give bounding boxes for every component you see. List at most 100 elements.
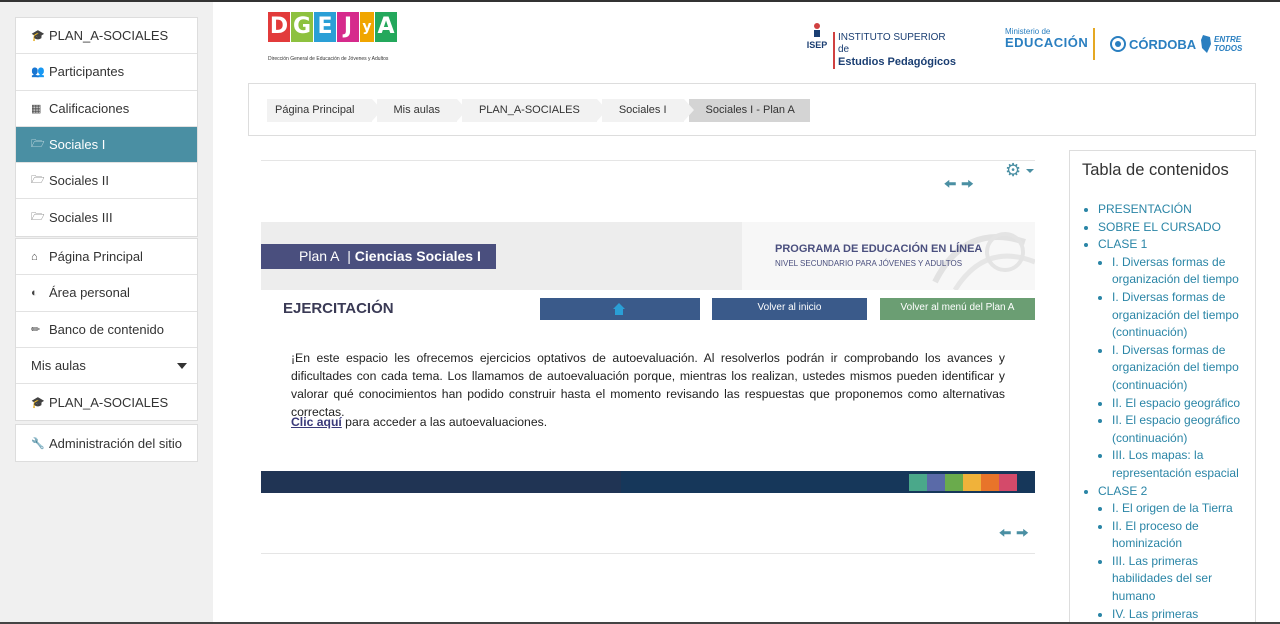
plan-title-bar: Plan A | Ciencias Sociales I [261,244,496,269]
logo-letter: D [268,12,290,42]
nav-plan-a-sociales[interactable]: 🎓 PLAN_A-SOCIALES [16,18,197,55]
footer-color-swatch [927,474,945,491]
toc-subitem: I. Diversas formas de organización del t… [1112,289,1250,342]
nav-label: Sociales II [49,173,109,189]
toc-item: CLASE 2 I. El origen de la Tierra II. El… [1098,483,1250,624]
gear-icon[interactable]: ⚙ [1005,160,1021,181]
toc-item: SOBRE EL CURSADO [1098,219,1250,237]
toc-link-clase2[interactable]: CLASE 2 [1098,484,1147,498]
intro-paragraph: ¡En este espacio les ofrecemos ejercicio… [291,351,1005,419]
toc-item: CLASE 1 I. Diversas formas de organizaci… [1098,236,1250,482]
folder-icon: 🗁 [31,138,45,151]
admin-nav: 🔧 Administración del sitio [15,424,198,463]
arrow-left-icon[interactable]: 🠨 [999,523,1011,548]
toc-link[interactable]: I. Diversas formas de organización del t… [1112,343,1239,392]
breadcrumb: Página Principal Mis aulas PLAN_A-SOCIAL… [267,99,815,122]
toc-link[interactable]: II. El proceso de hominización [1112,519,1199,551]
breadcrumb-plan-a-sociales[interactable]: PLAN_A-SOCIALES [461,99,607,122]
nav-pagina-principal[interactable]: ⌂ Página Principal [16,239,197,276]
toc-link[interactable]: I. Diversas formas de organización del t… [1112,290,1239,339]
toc-link[interactable]: II. El espacio geográfico [1112,396,1240,410]
toc-link[interactable]: I. Diversas formas de organización del t… [1112,255,1239,287]
entre-line2: TODOS [1214,44,1243,53]
nav-label: Sociales III [49,210,113,226]
toc-list: PRESENTACIÓN SOBRE EL CURSADO CLASE 1 I.… [1098,201,1250,623]
toc-subitem: I. Diversas formas de organización del t… [1112,254,1250,289]
toc-link-sobre[interactable]: SOBRE EL CURSADO [1098,220,1221,234]
toc-subitem: II. El espacio geográfico (continuación) [1112,412,1250,447]
cordoba-logo[interactable]: CÓRDOBA [1110,36,1196,52]
nav-label: Área personal [49,285,130,301]
graduation-cap-icon: 🎓 [31,396,45,409]
isep-text: INSTITUTO SUPERIOR de Estudios Pedagógic… [833,32,956,69]
isep-logo[interactable]: ISEP INSTITUTO SUPERIOR de Estudios Peda… [806,22,956,69]
cordoba-seal-icon [1110,36,1126,52]
footer-color-swatch [981,474,999,491]
volver-menu-button[interactable]: Volver al menú del Plan A [880,298,1035,320]
nav-label: Página Principal [49,249,143,265]
autoevaluacion-line: Clic aquí para acceder a las autoevaluac… [291,415,547,429]
logo-divider [1093,28,1095,60]
home-button[interactable] [540,298,700,320]
toc-sublist-clase2: I. El origen de la Tierra II. El proceso… [1112,500,1250,623]
nav-plan-a-sociales-2[interactable]: 🎓 PLAN_A-SOCIALES [16,384,197,420]
logo-letter: E [314,12,336,42]
breadcrumb-pagina-principal[interactable]: Página Principal [267,99,381,122]
logo-letter: G [291,12,313,42]
nav-label: PLAN_A-SOCIALES [49,28,169,44]
logo-letter: J [337,12,359,42]
toc-link[interactable]: II. El espacio geográfico (continuación) [1112,413,1240,445]
nav-banco-contenido[interactable]: ✏ Banco de contenido [16,312,197,348]
logo-letter: A [375,12,397,42]
wrench-icon: 🔧 [31,437,45,450]
nav-label: Sociales I [49,137,106,153]
nav-calificaciones[interactable]: ▦ Calificaciones [16,91,197,127]
page-nav-top: 🠨 🠪 [944,174,973,199]
arrow-right-icon[interactable]: 🠪 [1016,523,1028,548]
arrow-right-icon[interactable]: 🠪 [961,174,973,199]
entre-line1: ENTRE [1214,35,1242,44]
page-nav-bottom: 🠨 🠪 [999,523,1028,548]
nav-label: Calificaciones [49,100,130,116]
toc-link[interactable]: IV. Las primeras [1112,607,1198,621]
volver-inicio-button[interactable]: Volver al inicio [712,298,867,320]
arrow-left-icon[interactable]: 🠨 [944,174,956,199]
toc-link[interactable]: III. Los mapas: la representación espaci… [1112,448,1239,480]
toc-link-clase1[interactable]: CLASE 1 [1098,237,1147,251]
toc-link-presentacion[interactable]: PRESENTACIÓN [1098,202,1192,216]
program-line2: NIVEL SECUNDARIO PARA JÓVENES Y ADULTOS [775,259,963,268]
table-of-contents: Tabla de contenidos PRESENTACIÓN SOBRE E… [1069,150,1256,624]
toc-subitem: I. El origen de la Tierra [1112,500,1250,518]
users-icon: 👥 [31,66,45,79]
toc-subitem: II. El espacio geográfico [1112,395,1250,413]
folder-icon: 🗁 [31,174,45,187]
nav-sociales-ii[interactable]: 🗁 Sociales II [16,163,197,200]
graduation-cap-icon: 🎓 [31,30,45,43]
program-label: PROGRAMA DE EDUCACIÓN EN LÍNEA NIVEL SEC… [775,242,982,271]
breadcrumb-sociales-i[interactable]: Sociales I [601,99,694,122]
toc-subitem: II. El proceso de hominización [1112,518,1250,553]
dgejya-logo[interactable]: DGEJyA [268,12,398,42]
isep-figure-icon [814,23,820,37]
nav-participantes[interactable]: 👥 Participantes [16,54,197,91]
toc-link[interactable]: I. El origen de la Tierra [1112,501,1233,515]
footer-color-swatch [945,474,963,491]
nav-administracion[interactable]: 🔧 Administración del sitio [16,425,197,461]
section-title: EJERCITACIÓN [283,300,394,317]
entre-todos-logo[interactable]: ENTRE TODOS [1200,34,1242,54]
ministerio-logo[interactable]: Ministerio de EDUCACIÓN [1005,26,1088,49]
gear-caret-icon[interactable] [1026,169,1034,173]
plan-prefix: Plan A [299,248,340,264]
footer-color-swatch [963,474,981,491]
nav-area-personal[interactable]: ◐ Área personal [16,275,197,312]
cordoba-text: CÓRDOBA [1129,36,1197,52]
toc-link[interactable]: III. Las primeras habilidades del ser hu… [1112,554,1212,603]
nav-mis-aulas[interactable]: Mis aulas [16,348,197,385]
folder-icon: 🗁 [31,211,45,224]
clic-aqui-link[interactable]: Clic aquí [291,415,342,429]
nav-sociales-iii[interactable]: 🗁 Sociales III [16,199,197,235]
breadcrumb-mis-aulas[interactable]: Mis aulas [376,99,468,122]
isep-line2: Estudios Pedagógicos [838,56,956,68]
nav-sociales-i[interactable]: 🗁 Sociales I [16,126,197,164]
isep-mark-text: ISEP [806,40,828,50]
